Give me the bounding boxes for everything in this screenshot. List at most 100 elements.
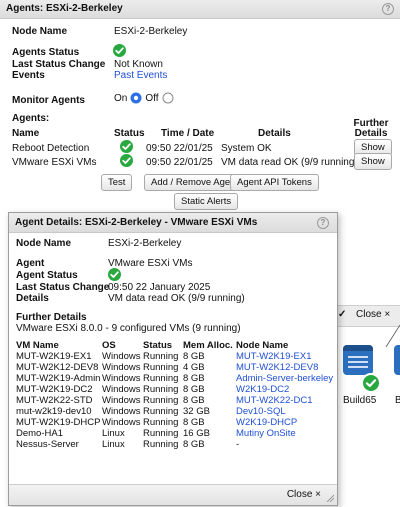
vm-name-cell: MUT-W2K22-STD	[16, 395, 93, 406]
vm-table: VM Name OS Status Mem Alloc. Node Name M…	[16, 339, 333, 451]
events-label: Events	[12, 70, 45, 81]
agent-status-label: Agent Status	[16, 270, 78, 281]
monitor-off-radio[interactable]	[162, 92, 174, 104]
details-value: VM data read OK (9/9 running)	[108, 293, 245, 304]
agent-row-name: VMware ESXi VMs	[12, 157, 97, 168]
status-cell: Running	[143, 384, 179, 395]
agent-api-tokens-button[interactable]: Agent API Tokens	[230, 174, 319, 191]
help-icon[interactable]: ?	[317, 217, 329, 229]
node-name-label: Node Name	[12, 26, 68, 37]
agent-details-window: Agent Details: ESXi-2-Berkeley - VMware …	[8, 212, 338, 506]
past-events-link[interactable]: Past Events	[114, 70, 167, 81]
show-button[interactable]: Show	[354, 153, 392, 170]
mem-cell: 8 GB	[183, 439, 205, 450]
monitor-agents-toggle: On Off	[114, 92, 174, 104]
table-row: MUT-W2K19-Admin Windows Running 8 GB Adm…	[16, 373, 333, 384]
vm-name-cell: MUT-W2K19-Admin	[16, 373, 101, 384]
agents-status-ok-icon	[113, 44, 126, 57]
vm-table-header-row: VM Name OS Status Mem Alloc. Node Name	[16, 339, 333, 351]
vm-name-cell: MUT-W2K12-DEV8	[16, 362, 99, 373]
mem-alloc-header: Mem Alloc.	[183, 339, 233, 351]
node-link[interactable]: Admin-Server-berkeley	[236, 373, 333, 384]
further-details-label: Further Details	[16, 312, 87, 323]
background-close-button[interactable]: Close ×	[356, 309, 390, 320]
background-check-mark: ✓	[338, 309, 347, 320]
agent-row-status-ok-icon	[120, 154, 133, 167]
status-cell: Running	[143, 362, 179, 373]
table-row: Nessus-Server Linux Running 8 GB -	[16, 439, 333, 450]
resize-grip-icon[interactable]	[326, 494, 334, 502]
mem-cell: 8 GB	[183, 395, 205, 406]
vm-name-header: VM Name	[16, 339, 59, 351]
server-node-icon[interactable]	[343, 345, 373, 375]
os-cell: Windows	[102, 384, 141, 395]
col-time-header: Time / Date	[161, 128, 215, 139]
table-row: MUT-W2K19-DHCP Windows Running 8 GB W2K1…	[16, 417, 333, 428]
node-link[interactable]: Mutiny OnSite	[236, 428, 333, 439]
os-header: OS	[102, 339, 116, 351]
mem-cell: 8 GB	[183, 351, 205, 362]
agent-row-details: System OK	[221, 143, 272, 154]
mem-cell: 8 GB	[183, 417, 205, 428]
background-dialog-footer: ✓ Close ×	[336, 305, 400, 327]
col-details-header: Details	[258, 128, 291, 139]
agent-details-titlebar: Agent Details: ESXi-2-Berkeley - VMware …	[9, 213, 337, 233]
node-link[interactable]: MUT-W2K12-DEV8	[236, 362, 333, 373]
node-label: Build65	[343, 395, 377, 406]
table-row: MUT-W2K22-STD Windows Running 8 GB MUT-W…	[16, 395, 333, 406]
node-link[interactable]: W2K19-DC2	[236, 384, 333, 395]
status-cell: Running	[143, 406, 179, 417]
os-cell: Windows	[102, 351, 141, 362]
node-link[interactable]: Dev10-SQL	[236, 406, 333, 417]
status-cell: Running	[143, 428, 179, 439]
agents-window-title: Agents: ESXi-2-Berkeley	[6, 3, 123, 14]
node-link[interactable]: MUT-W2K22-DC1	[236, 395, 333, 406]
node-link[interactable]: W2K19-DHCP	[236, 417, 333, 428]
node-link[interactable]: MUT-W2K19-EX1	[236, 351, 333, 362]
mem-cell: 8 GB	[183, 373, 205, 384]
vm-name-cell: Nessus-Server	[16, 439, 79, 450]
table-row: MUT-W2K19-EX1 Windows Running 8 GB MUT-W…	[16, 351, 333, 362]
agent-status-ok-icon	[108, 268, 121, 281]
os-cell: Windows	[102, 373, 141, 384]
os-cell: Windows	[102, 417, 141, 428]
agents-window-titlebar: Agents: ESXi-2-Berkeley ?	[0, 0, 400, 19]
vm-name-cell: MUT-W2K19-DHCP	[16, 417, 101, 428]
node-name-value: ESXi-2-Berkeley	[114, 26, 188, 37]
monitor-off-label: Off	[145, 92, 159, 104]
table-row: Demo-HA1 Linux Running 16 GB Mutiny OnSi…	[16, 428, 333, 439]
close-button[interactable]: Close ×	[287, 489, 321, 500]
test-button[interactable]: Test	[101, 174, 133, 191]
node-ok-badge-icon	[361, 373, 381, 393]
last-status-change-label: Last Status Change	[12, 59, 106, 70]
col-name-header: Name	[12, 128, 40, 139]
monitor-on-radio[interactable]	[130, 92, 142, 104]
status-header: Status	[143, 339, 173, 351]
static-alerts-button[interactable]: Static Alerts	[174, 193, 239, 210]
agents-section-label: Agents:	[12, 113, 50, 124]
col-further-details-line2: Details	[354, 128, 388, 139]
node-name-value: ESXi-2-Berkeley	[108, 238, 182, 249]
node-name-label: Node Name	[16, 238, 72, 249]
help-icon[interactable]: ?	[382, 3, 394, 15]
vm-name-cell: mut-w2k19-dev10	[16, 406, 92, 417]
details-label: Details	[16, 293, 49, 304]
agents-status-label: Agents Status	[12, 47, 80, 58]
agent-row-name: Reboot Detection	[12, 143, 90, 154]
last-status-change-label: Last Status Change	[16, 282, 110, 293]
last-status-change-value: 09:50 22 January 2025	[108, 282, 211, 293]
vm-name-cell: MUT-W2K19-DC2	[16, 384, 93, 395]
vm-name-cell: MUT-W2K19-EX1	[16, 351, 92, 362]
further-details-value: VMware ESXi 8.0.0 - 9 configured VMs (9 …	[16, 323, 241, 334]
monitor-on-label: On	[114, 92, 128, 104]
agent-label: Agent	[16, 258, 45, 269]
col-further-details-header: Further Details	[346, 119, 396, 139]
monitor-agents-label: Monitor Agents	[12, 95, 85, 106]
mem-cell: 8 GB	[183, 384, 205, 395]
status-cell: Running	[143, 395, 179, 406]
last-status-change-value: Not Known	[114, 59, 163, 70]
mem-cell: 16 GB	[183, 428, 210, 439]
status-cell: Running	[143, 439, 179, 450]
server-node-icon-partial[interactable]	[394, 345, 400, 375]
agent-row-time: 09:50 22/01/25	[146, 157, 213, 168]
